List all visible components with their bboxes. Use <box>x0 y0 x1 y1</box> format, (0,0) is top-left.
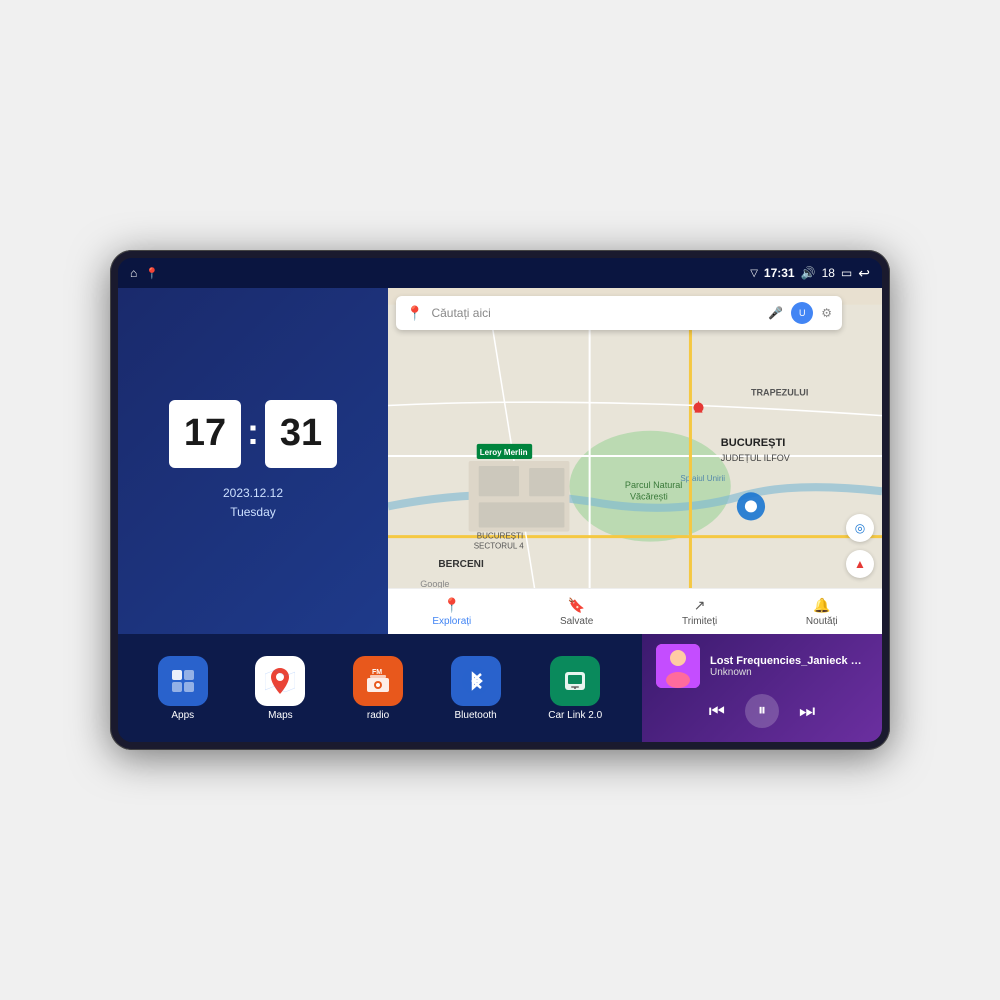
svg-text:Leroy Merlin: Leroy Merlin <box>480 448 528 457</box>
svg-text:BUCUREȘTI: BUCUREȘTI <box>721 437 786 449</box>
saved-icon: 🔖 <box>568 597 585 614</box>
signal-icon: ▽ <box>750 268 758 279</box>
clock-minutes: 31 <box>265 400 337 468</box>
explore-icon: 📍 <box>443 597 460 614</box>
svg-text:BUCUREȘTI: BUCUREȘTI <box>477 532 524 541</box>
volume-icon: 🔊 <box>801 266 816 280</box>
map-settings-icon[interactable]: ⚙ <box>821 306 832 320</box>
map-user-avatar[interactable]: U <box>791 302 813 324</box>
top-section: 17 : 31 2023.12.12 Tuesday <box>118 288 882 634</box>
clock-panel: 17 : 31 2023.12.12 Tuesday <box>118 288 388 634</box>
maps-label: Maps <box>268 710 292 721</box>
music-play-pause-button[interactable]: ⏸ <box>745 694 779 728</box>
app-item-radio[interactable]: FM radio <box>353 656 403 721</box>
device-screen: ⌂ 📍 ▽ 17:31 🔊 18 ▭ ↩ 17 : <box>118 258 882 742</box>
maps-icon <box>255 656 305 706</box>
app-item-maps[interactable]: Maps <box>255 656 305 721</box>
carlink-icon <box>550 656 600 706</box>
music-thumbnail <box>656 644 700 688</box>
music-next-button[interactable]: ⏭ <box>799 701 815 722</box>
compass-icon: ▲ <box>854 557 866 571</box>
radio-label: radio <box>367 710 389 721</box>
music-artist: Unknown <box>710 667 868 678</box>
apps-icon <box>158 656 208 706</box>
apps-label: Apps <box>171 710 194 721</box>
app-item-bluetooth[interactable]: Bluetooth <box>451 656 501 721</box>
map-nav-news[interactable]: 🔔 Noutăți <box>806 597 838 627</box>
map-compass-button[interactable]: ▲ <box>846 550 874 578</box>
music-info: Lost Frequencies_Janieck Devy-... Unknow… <box>710 655 868 678</box>
news-icon: 🔔 <box>813 597 830 614</box>
svg-text:Văcărești: Văcărești <box>630 491 668 501</box>
main-content: 17 : 31 2023.12.12 Tuesday <box>118 288 882 742</box>
device-frame: ⌂ 📍 ▽ 17:31 🔊 18 ▭ ↩ 17 : <box>110 250 890 750</box>
app-item-carlink[interactable]: Car Link 2.0 <box>548 656 602 721</box>
play-pause-icon: ⏸ <box>758 702 766 720</box>
clock-hours: 17 <box>169 400 241 468</box>
music-player: Lost Frequencies_Janieck Devy-... Unknow… <box>642 634 882 742</box>
back-icon[interactable]: ↩ <box>858 265 870 282</box>
status-right: ▽ 17:31 🔊 18 ▭ ↩ <box>750 265 870 282</box>
map-bottom-nav: 📍 Explorați 🔖 Salvate ↗ Trimiteți 🔔 <box>388 588 882 634</box>
music-title: Lost Frequencies_Janieck Devy-... <box>710 655 868 667</box>
app-shortcuts: Apps Maps <box>118 634 642 742</box>
radio-icon: FM <box>353 656 403 706</box>
bottom-section: Apps Maps <box>118 634 882 742</box>
clock-date: 2023.12.12 Tuesday <box>223 484 283 522</box>
svg-text:Parcul Natural: Parcul Natural <box>625 480 682 490</box>
home-icon[interactable]: ⌂ <box>130 266 137 280</box>
map-locate-button[interactable]: ◎ <box>846 514 874 542</box>
map-nav-saved-label: Salvate <box>560 616 593 627</box>
clock-colon: : <box>247 411 259 453</box>
status-left: ⌂ 📍 <box>130 266 159 280</box>
svg-text:JUDEȚUL ILFOV: JUDEȚUL ILFOV <box>721 453 790 463</box>
maps-search-pin-icon: 📍 <box>406 305 423 322</box>
map-nav-explore[interactable]: 📍 Explorați <box>432 597 471 627</box>
battery-icon: ▭ <box>841 266 852 280</box>
map-mic-icon[interactable]: 🎤 <box>768 306 783 320</box>
map-panel[interactable]: Parcul Natural Văcărești Splaiul Unirii <box>388 288 882 634</box>
svg-text:SECTORUL 4: SECTORUL 4 <box>474 542 525 551</box>
map-nav-saved[interactable]: 🔖 Salvate <box>560 597 593 627</box>
bluetooth-label: Bluetooth <box>454 710 496 721</box>
map-nav-share[interactable]: ↗ Trimiteți <box>682 597 717 627</box>
status-bar: ⌂ 📍 ▽ 17:31 🔊 18 ▭ ↩ <box>118 258 882 288</box>
map-nav-share-label: Trimiteți <box>682 616 717 627</box>
bluetooth-icon <box>451 656 501 706</box>
map-nav-explore-label: Explorați <box>432 616 471 627</box>
maps-pin-icon[interactable]: 📍 <box>145 267 159 280</box>
music-prev-button[interactable]: ⏮ <box>709 701 725 722</box>
music-top: Lost Frequencies_Janieck Devy-... Unknow… <box>656 644 868 688</box>
music-controls: ⏮ ⏸ ⏭ <box>656 694 868 732</box>
locate-icon: ◎ <box>855 521 865 535</box>
time-display: 17:31 <box>764 266 795 280</box>
app-item-apps[interactable]: Apps <box>158 656 208 721</box>
carlink-label: Car Link 2.0 <box>548 710 602 721</box>
map-search-placeholder[interactable]: Căutați aici <box>431 306 760 320</box>
map-nav-news-label: Noutăți <box>806 616 838 627</box>
svg-text:BERCENI: BERCENI <box>438 559 484 570</box>
map-search-bar[interactable]: 📍 Căutați aici 🎤 U ⚙ <box>396 296 842 330</box>
svg-text:TRAPEZULUI: TRAPEZULUI <box>751 387 808 397</box>
share-icon: ↗ <box>694 597 706 614</box>
volume-level: 18 <box>822 266 835 280</box>
svg-text:Splaiul Unirii: Splaiul Unirii <box>680 474 725 483</box>
svg-text:FM: FM <box>372 669 382 676</box>
clock-display: 17 : 31 <box>169 400 337 468</box>
